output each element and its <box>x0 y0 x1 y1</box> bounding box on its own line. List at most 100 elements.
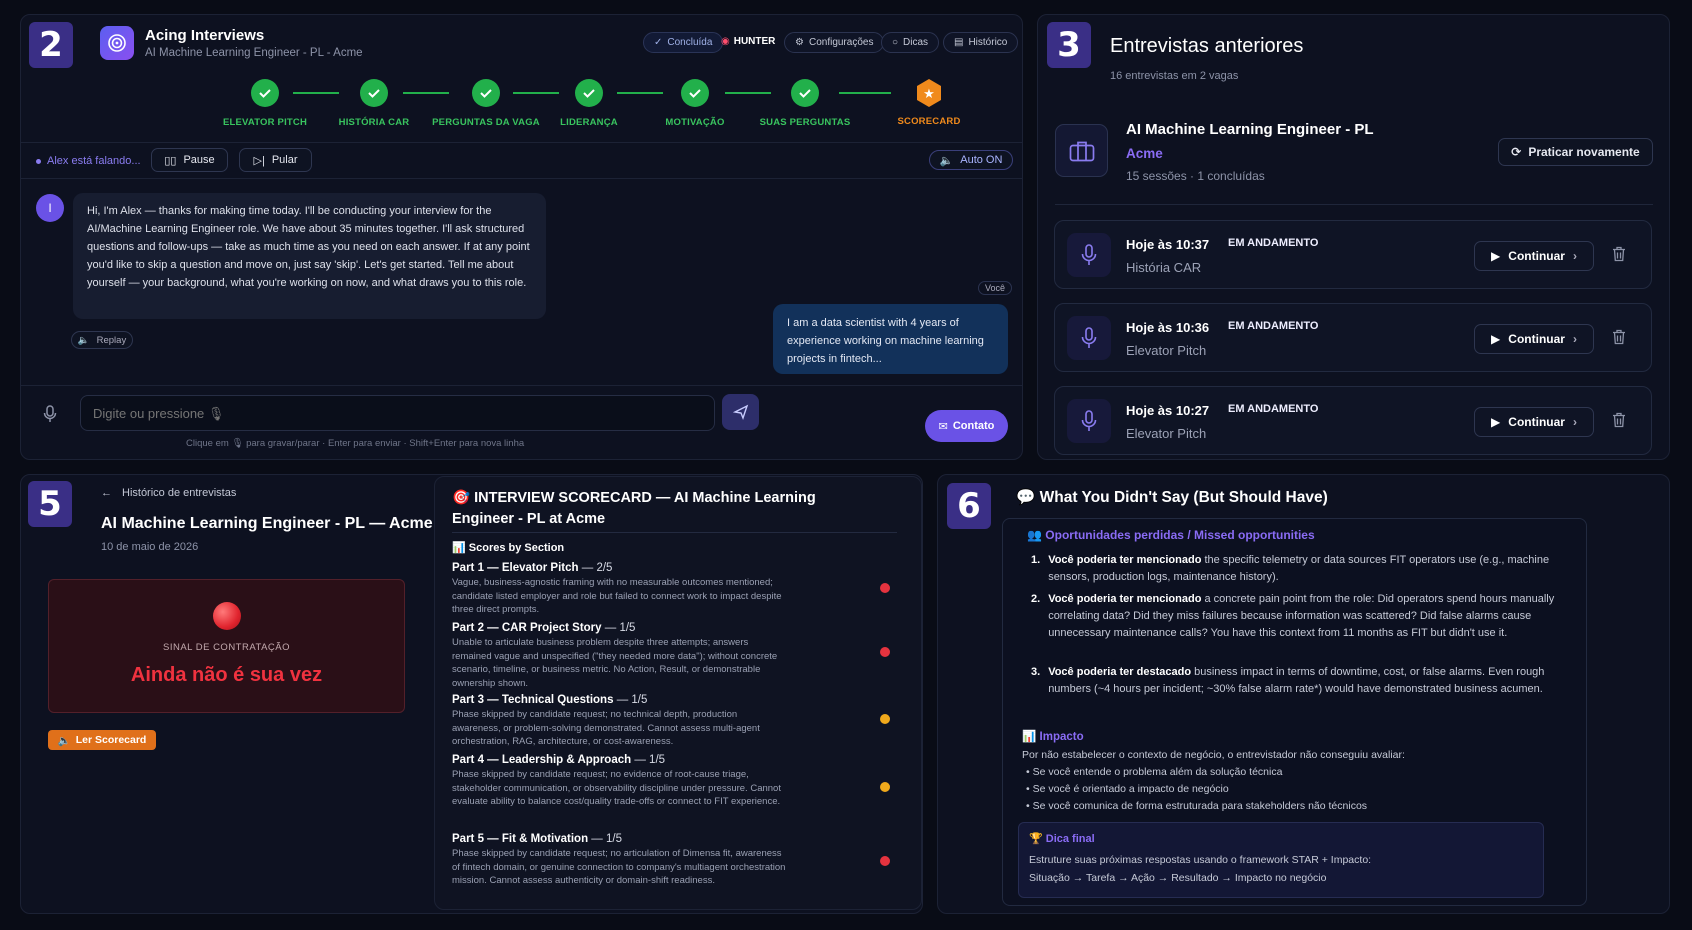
trash-icon[interactable] <box>1612 246 1626 267</box>
pause-button[interactable]: ▯▯ Pause <box>151 148 228 172</box>
you-label: Você <box>978 281 1013 295</box>
check-icon <box>259 89 271 98</box>
contact-label: Contato <box>952 420 995 432</box>
session-row[interactable]: Hoje às 10:27 EM ANDAMENTO Elevator Pitc… <box>1054 386 1652 455</box>
item-text: Você poderia ter destacado business impa… <box>1048 664 1561 698</box>
score-dot-red <box>880 856 890 866</box>
chevron-right-icon: › <box>1572 249 1577 263</box>
continue-label: Continuar <box>1508 415 1565 429</box>
tips-label: Dicas <box>903 37 929 48</box>
feedback-card: 👥 Oportunidades perdidas / Missed opport… <box>1002 518 1587 906</box>
app-logo <box>100 26 134 60</box>
microphone-icon[interactable] <box>43 405 57 428</box>
feedback-title: 💬 What You Didn't Say (But Should Have) <box>1016 488 1328 507</box>
feedback-title-text: What You Didn't Say (But Should Have) <box>1039 489 1328 506</box>
part-name: Part 2 — CAR Project Story <box>452 622 602 634</box>
continue-button[interactable]: ▶ Continuar › <box>1474 324 1594 354</box>
check-icon <box>583 89 595 98</box>
final-tip-box: 🏆 Dica final Estruture suas próximas res… <box>1018 822 1544 898</box>
completed-label: Concluída <box>667 37 713 48</box>
hunter-badge[interactable]: ◉ HUNTER <box>721 36 775 47</box>
dot-icon <box>36 158 41 164</box>
score-part: Part 4 — Leadership & Approach — 1/5 Phas… <box>452 754 892 809</box>
part-score: — 1/5 <box>616 694 648 706</box>
panel-badge: 2 <box>29 22 73 68</box>
refresh-icon: ⟳ <box>1511 145 1522 159</box>
impact-title-text: Impacto <box>1039 731 1084 743</box>
company-link[interactable]: Acme <box>1126 146 1163 161</box>
session-row[interactable]: Hoje às 10:37 EM ANDAMENTO História CAR … <box>1054 220 1652 289</box>
step-suas-perguntas[interactable]: SUAS PERGUNTAS <box>750 79 860 128</box>
speaker-icon: 🔈 <box>77 334 90 346</box>
chevron-right-icon: › <box>1572 332 1577 346</box>
item-number: 3. <box>1031 666 1041 678</box>
speaker-icon: 🔈 <box>57 734 71 747</box>
tip-title-text: Dica final <box>1045 833 1095 845</box>
part-heading: Part 3 — Technical Questions — 1/5 <box>452 694 892 706</box>
target-emoji-icon: 🎯 <box>452 490 471 506</box>
back-link[interactable]: ← Histórico de entrevistas <box>101 487 236 499</box>
step-lideranca[interactable]: LIDERANÇA <box>534 79 644 128</box>
read-scorecard-button[interactable]: 🔈 Ler Scorecard <box>48 730 156 750</box>
divider <box>21 385 1022 386</box>
replay-button[interactable]: 🔈 Replay <box>71 331 133 349</box>
trash-icon[interactable] <box>1612 329 1626 350</box>
score-dot-red <box>880 647 890 657</box>
auto-toggle[interactable]: 🔈 Auto ON <box>929 150 1013 170</box>
item-lead: Você poderia ter mencionado <box>1048 593 1202 605</box>
practice-again-button[interactable]: ⟳ Praticar novamente <box>1498 138 1653 166</box>
message-input[interactable] <box>80 395 715 431</box>
step-historia-car[interactable]: HISTÓRIA CAR <box>319 79 429 128</box>
step-motivacao[interactable]: MOTIVAÇÃO <box>640 79 750 128</box>
step-label: LIDERANÇA <box>560 117 618 128</box>
arrow-left-icon: ← <box>101 487 112 499</box>
contact-button[interactable]: ✉ Contato <box>925 410 1008 442</box>
skip-button[interactable]: ▷| Pular <box>239 148 312 172</box>
divider <box>452 532 897 533</box>
part-heading: Part 2 — CAR Project Story — 1/5 <box>452 622 892 634</box>
trophy-icon: 🏆 <box>1029 833 1043 845</box>
step-elevator-pitch[interactable]: ELEVATOR PITCH <box>210 79 320 128</box>
section-title-text: Scores by Section <box>468 542 565 554</box>
hunter-label: HUNTER <box>733 36 776 47</box>
history-date: 10 de maio de 2026 <box>101 541 199 553</box>
send-button[interactable] <box>722 394 759 430</box>
step-label: MOTIVAÇÃO <box>665 117 725 128</box>
session-section: Elevator Pitch <box>1126 343 1207 358</box>
interview-subtitle: AI Machine Learning Engineer - PL - Acme <box>145 47 363 59</box>
tips-button[interactable]: ○ Dicas <box>881 32 940 53</box>
session-row[interactable]: Hoje às 10:36 EM ANDAMENTO Elevator Pitc… <box>1054 303 1652 372</box>
score-part: Part 1 — Elevator Pitch — 2/5 Vague, busi… <box>452 562 892 617</box>
trash-icon[interactable] <box>1612 412 1626 433</box>
svg-text:★: ★ <box>923 87 935 102</box>
gear-icon: ⚙ <box>795 37 804 48</box>
pause-icon: ▯▯ <box>164 154 177 167</box>
avatar: I <box>36 194 64 222</box>
step-perguntas-da-vaga[interactable]: PERGUNTAS DA VAGA <box>431 79 541 128</box>
completed-button[interactable]: ✓ Concluída <box>643 32 724 53</box>
tip-line: Estruture suas próximas respostas usando… <box>1029 854 1372 866</box>
impact-item-text: Se você é orientado a impacto de negócio <box>1032 783 1229 795</box>
continue-button[interactable]: ▶ Continuar › <box>1474 407 1594 437</box>
chart-icon: 📊 <box>452 542 466 554</box>
impact-title: 📊 Impacto <box>1022 729 1084 743</box>
settings-button[interactable]: ⚙ Configurações <box>784 32 885 53</box>
part-description: Vague, business-agnostic framing with no… <box>452 577 782 615</box>
missed-item: 2. Você poderia ter mencionado a concrete… <box>1031 591 1561 642</box>
continue-button[interactable]: ▶ Continuar › <box>1474 241 1594 271</box>
history-button[interactable]: ▤ Histórico <box>943 32 1019 53</box>
step-scorecard[interactable]: ★ SCORECARD <box>874 78 984 127</box>
job-title: AI Machine Learning Engineer - PL <box>1126 121 1374 138</box>
impact-intro: Por não estabelecer o contexto de negóci… <box>1022 749 1405 761</box>
microphone-icon <box>1067 316 1111 360</box>
play-icon: ▶ <box>1491 415 1501 429</box>
part-score: — 1/5 <box>591 833 622 845</box>
scorecard-title-text: INTERVIEW SCORECARD — AI Machine Learnin… <box>452 490 816 527</box>
continue-label: Continuar <box>1508 249 1565 263</box>
settings-label: Configurações <box>808 37 874 48</box>
part-description: Phase skipped by candidate request; no t… <box>452 709 760 747</box>
part-description: Phase skipped by candidate request; no a… <box>452 848 786 886</box>
session-status: EM ANDAMENTO <box>1228 403 1319 415</box>
chart-icon: 📊 <box>1022 731 1037 743</box>
part-score: — 1/5 <box>634 754 666 766</box>
